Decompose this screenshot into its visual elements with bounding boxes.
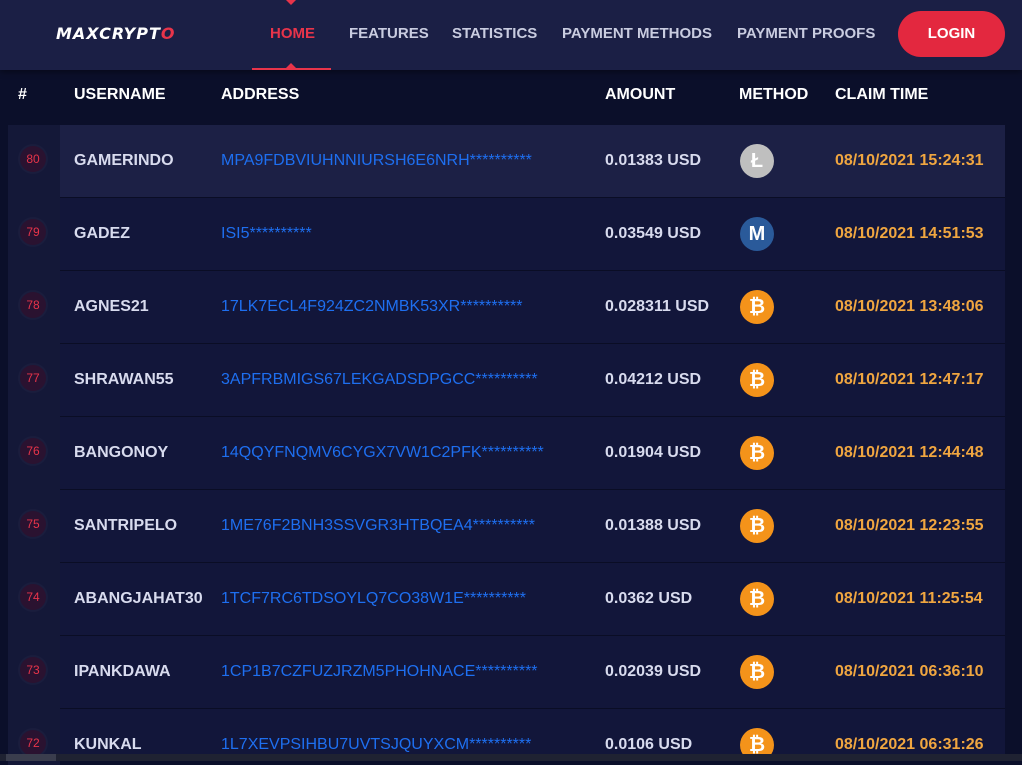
bitcoin-icon: ₿ bbox=[740, 582, 774, 616]
username: KUNKAL bbox=[74, 736, 142, 753]
bitcoin-icon: ₿ bbox=[740, 290, 774, 324]
rank-badge: 72 bbox=[20, 730, 46, 756]
rank-badge: 75 bbox=[20, 511, 46, 537]
claim-time: 08/10/2021 14:51:53 bbox=[835, 225, 984, 242]
wallet-address[interactable]: 14QQYFNQMV6CYGX7VW1C2PFK********** bbox=[221, 444, 544, 462]
amount: 0.0362 USD bbox=[605, 590, 693, 607]
table-row: 79 GADEZ ISI5********** 0.03549 USD M 08… bbox=[0, 198, 1022, 271]
bitcoin-icon: ₿ bbox=[740, 655, 774, 689]
amount: 0.01383 USD bbox=[605, 152, 702, 169]
username: SHRAWAN55 bbox=[74, 371, 174, 388]
payouts-table: # USERNAME ADDRESS AMOUNT METHOD CLAIM T… bbox=[0, 70, 1022, 765]
claim-time: 08/10/2021 15:24:31 bbox=[835, 152, 984, 169]
claim-time: 08/10/2021 12:47:17 bbox=[835, 371, 984, 388]
rank-badge: 78 bbox=[20, 292, 46, 318]
bitcoin-icon: ₿ bbox=[740, 363, 774, 397]
logo-text: MAXCRYPT bbox=[56, 24, 161, 43]
horizontal-scrollbar[interactable] bbox=[0, 754, 1022, 761]
username: ABANGJAHAT30 bbox=[74, 590, 203, 607]
header-amount: AMOUNT bbox=[605, 86, 676, 103]
username: AGNES21 bbox=[74, 298, 149, 315]
bitcoin-icon: ₿ bbox=[740, 509, 774, 543]
wallet-address[interactable]: MPA9FDBVIUHNNIURSH6E6NRH********** bbox=[221, 152, 532, 170]
rank-badge: 80 bbox=[20, 146, 46, 172]
table-row: 77 SHRAWAN55 3APFRBMIGS67LEKGADSDPGCC***… bbox=[0, 344, 1022, 417]
wallet-address[interactable]: ISI5********** bbox=[221, 225, 312, 243]
username: GAMERINDO bbox=[74, 152, 174, 169]
header-address: ADDRESS bbox=[221, 86, 300, 103]
nav-payment-proofs[interactable]: PAYMENT PROOFS bbox=[737, 25, 875, 42]
amount: 0.03549 USD bbox=[605, 225, 702, 242]
logo-accent: O bbox=[160, 24, 176, 43]
username: SANTRIPELO bbox=[74, 517, 178, 534]
login-button[interactable]: LOGIN bbox=[898, 11, 1005, 57]
header-username: USERNAME bbox=[74, 86, 166, 103]
table-row: 78 AGNES21 17LK7ECL4F924ZC2NMBK53XR*****… bbox=[0, 271, 1022, 344]
header-rank: # bbox=[18, 86, 27, 103]
username: IPANKDAWA bbox=[74, 663, 171, 680]
rank-badge: 76 bbox=[20, 438, 46, 464]
amount: 0.01388 USD bbox=[605, 517, 702, 534]
amount: 0.0106 USD bbox=[605, 736, 693, 753]
top-navbar: MAXCRYPTO HOME FEATURES STATISTICS PAYME… bbox=[0, 0, 1022, 70]
amount: 0.02039 USD bbox=[605, 663, 702, 680]
monero-icon: M bbox=[740, 217, 774, 251]
table-row: 76 BANGONOY 14QQYFNQMV6CYGX7VW1C2PFK****… bbox=[0, 417, 1022, 490]
nav-top-caret bbox=[286, 0, 296, 5]
nav-payment-methods[interactable]: PAYMENT METHODS bbox=[562, 25, 712, 42]
claim-time: 08/10/2021 12:23:55 bbox=[835, 517, 984, 534]
claim-time: 08/10/2021 12:44:48 bbox=[835, 444, 984, 461]
claim-time: 08/10/2021 11:25:54 bbox=[835, 590, 983, 607]
wallet-address[interactable]: 17LK7ECL4F924ZC2NMBK53XR********** bbox=[221, 298, 523, 316]
username: BANGONOY bbox=[74, 444, 169, 461]
nav-active-caret bbox=[285, 63, 297, 69]
wallet-address[interactable]: 3APFRBMIGS67LEKGADSDPGCC********** bbox=[221, 371, 538, 389]
claim-time: 08/10/2021 06:36:10 bbox=[835, 663, 984, 680]
wallet-address[interactable]: 1CP1B7CZFUZJRZM5PHOHNACE********** bbox=[221, 663, 538, 681]
rank-badge: 74 bbox=[20, 584, 46, 610]
bitcoin-icon: ₿ bbox=[740, 436, 774, 470]
table-row: 73 IPANKDAWA 1CP1B7CZFUZJRZM5PHOHNACE***… bbox=[0, 636, 1022, 709]
nav-home[interactable]: HOME bbox=[270, 25, 315, 42]
wallet-address[interactable]: 1L7XEVPSIHBU7UVTSJQUYXCM********** bbox=[221, 736, 531, 754]
header-claim-time: CLAIM TIME bbox=[835, 86, 929, 103]
nav-features[interactable]: FEATURES bbox=[349, 25, 429, 42]
rank-badge: 73 bbox=[20, 657, 46, 683]
claim-time: 08/10/2021 13:48:06 bbox=[835, 298, 984, 315]
header-method: METHOD bbox=[739, 86, 809, 103]
nav-statistics[interactable]: STATISTICS bbox=[452, 25, 537, 42]
table-row: 74 ABANGJAHAT30 1TCF7RC6TDSOYLQ7CO38W1E*… bbox=[0, 563, 1022, 636]
amount: 0.028311 USD bbox=[605, 298, 710, 315]
scrollbar-thumb[interactable] bbox=[6, 754, 56, 761]
logo[interactable]: MAXCRYPTO bbox=[56, 24, 176, 43]
username: GADEZ bbox=[74, 225, 130, 242]
amount: 0.04212 USD bbox=[605, 371, 702, 388]
rank-badge: 79 bbox=[20, 219, 46, 245]
wallet-address[interactable]: 1TCF7RC6TDSOYLQ7CO38W1E********** bbox=[221, 590, 526, 608]
litecoin-icon: Ł bbox=[740, 144, 774, 178]
table-row: 75 SANTRIPELO 1ME76F2BNH3SSVGR3HTBQEA4**… bbox=[0, 490, 1022, 563]
amount: 0.01904 USD bbox=[605, 444, 702, 461]
wallet-address[interactable]: 1ME76F2BNH3SSVGR3HTBQEA4********** bbox=[221, 517, 535, 535]
table-row: 80 GAMERINDO MPA9FDBVIUHNNIURSH6E6NRH***… bbox=[0, 125, 1022, 198]
claim-time: 08/10/2021 06:31:26 bbox=[835, 736, 984, 753]
rank-badge: 77 bbox=[20, 365, 46, 391]
